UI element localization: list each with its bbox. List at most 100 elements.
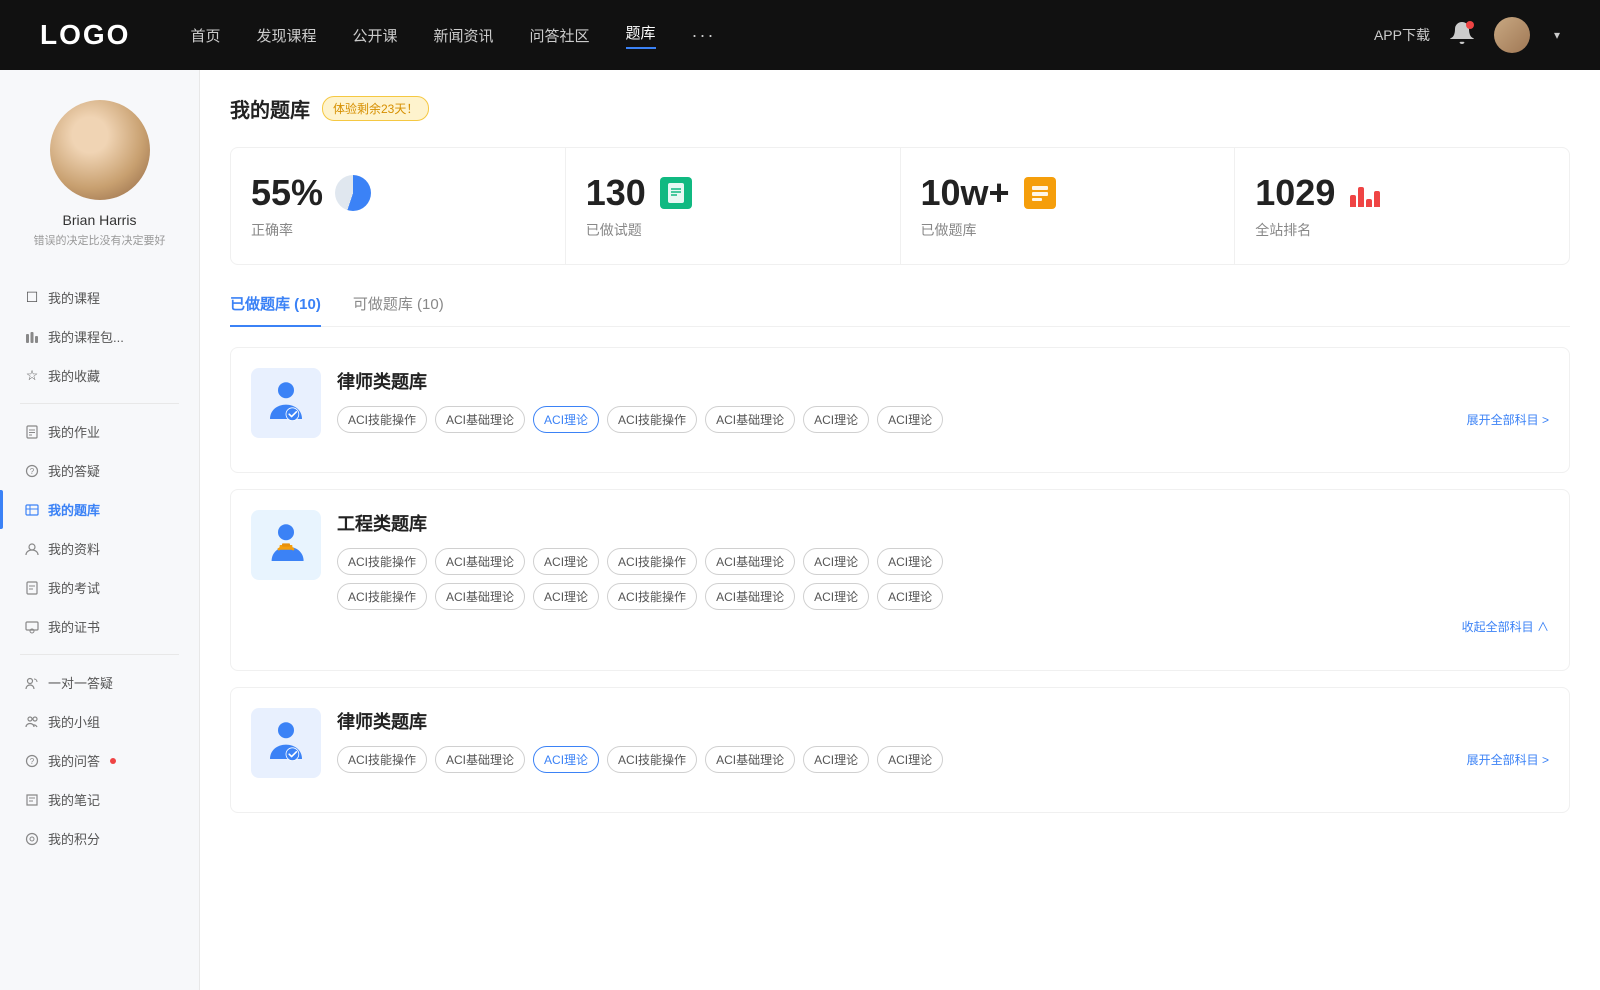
- sidebar-item-label: 我的题库: [48, 500, 100, 519]
- sidebar-motto: 错误的决定比没有决定要好: [18, 232, 182, 248]
- lawyer2-icon-wrap: [251, 708, 321, 778]
- favorites-icon: ☆: [24, 368, 40, 384]
- sidebar-item-courses[interactable]: ☐ 我的课程: [0, 278, 199, 317]
- stat-done-questions: 130 已做试题: [566, 148, 901, 264]
- lawyer-svg: [262, 379, 310, 427]
- sidebar-item-certificate[interactable]: 我的证书: [0, 607, 199, 646]
- avatar[interactable]: [1494, 17, 1530, 53]
- tab-available-banks[interactable]: 可做题库 (10): [353, 293, 444, 326]
- stat-accuracy-value: 55%: [251, 172, 323, 214]
- stat-accuracy-top: 55%: [251, 172, 545, 214]
- tag-eng-aci-basic-2[interactable]: ACI基础理论: [705, 548, 795, 575]
- tag-l2-aci-theory-3[interactable]: ACI理论: [877, 746, 943, 773]
- nav-more-icon[interactable]: ···: [692, 25, 716, 46]
- nav-bell-button[interactable]: [1450, 21, 1474, 50]
- qbank-icon: [24, 502, 40, 518]
- sidebar-item-points[interactable]: 我的积分: [0, 819, 199, 858]
- doc-icon-wrap: [658, 175, 694, 211]
- tag-l2-aci-theory-active[interactable]: ACI理论: [533, 746, 599, 773]
- lawyer2-svg: [262, 719, 310, 767]
- tag-eng-aci-basic-1[interactable]: ACI基础理论: [435, 548, 525, 575]
- tag-eng2-aci-theory-2[interactable]: ACI理论: [803, 583, 869, 610]
- tags-row-engineer-2: ACI技能操作 ACI基础理论 ACI理论 ACI技能操作 ACI基础理论 AC…: [337, 583, 1549, 610]
- nav-link-opencourse[interactable]: 公开课: [352, 25, 397, 46]
- tag-eng2-aci-skill-1[interactable]: ACI技能操作: [337, 583, 427, 610]
- sidebar: Brian Harris 错误的决定比没有决定要好 ☐ 我的课程 我的课程包..…: [0, 70, 200, 990]
- qbank-card-engineer-body: 工程类题库 ACI技能操作 ACI基础理论 ACI理论 ACI技能操作 ACI基…: [337, 510, 1549, 636]
- page-header: 我的题库 体验剩余23天！: [230, 94, 1570, 123]
- tag-eng2-aci-basic-2[interactable]: ACI基础理论: [705, 583, 795, 610]
- bar-chart-icon: [1350, 179, 1380, 207]
- notification-dot: [110, 758, 116, 764]
- tag-eng-aci-skill-2[interactable]: ACI技能操作: [607, 548, 697, 575]
- 1on1-icon: [24, 675, 40, 691]
- tag-l2-aci-basic-2[interactable]: ACI基础理论: [705, 746, 795, 773]
- user-menu-caret[interactable]: ▾: [1554, 28, 1560, 42]
- page-container: Brian Harris 错误的决定比没有决定要好 ☐ 我的课程 我的课程包..…: [0, 0, 1600, 990]
- sidebar-item-profile[interactable]: 我的资料: [0, 529, 199, 568]
- tag-aci-skill-ops-1[interactable]: ACI技能操作: [337, 406, 427, 433]
- sidebar-item-homework[interactable]: 我的作业: [0, 412, 199, 451]
- sidebar-item-label: 我的课程包...: [48, 327, 124, 346]
- qlist-icon-wrap: [1022, 175, 1058, 211]
- qbank-card-lawyer-1-body: 律师类题库 ACI技能操作 ACI基础理论 ACI理论 ACI技能操作 ACI基…: [337, 368, 1549, 433]
- tag-eng2-aci-skill-2[interactable]: ACI技能操作: [607, 583, 697, 610]
- nav-link-discover[interactable]: 发现课程: [256, 25, 316, 46]
- collapse-link-engineer[interactable]: 收起全部科目 ∧: [1462, 620, 1549, 634]
- bar2: [1358, 187, 1364, 207]
- sidebar-item-qbank[interactable]: 我的题库: [0, 490, 199, 529]
- tab-done-banks[interactable]: 已做题库 (10): [230, 293, 321, 326]
- nav-link-qbank[interactable]: 题库: [626, 22, 656, 49]
- tag-eng2-aci-basic-1[interactable]: ACI基础理论: [435, 583, 525, 610]
- bar-icon-wrap: [1347, 175, 1383, 211]
- tags-row-lawyer-1: ACI技能操作 ACI基础理论 ACI理论 ACI技能操作 ACI基础理论 AC…: [337, 406, 943, 433]
- sidebar-item-label: 我的证书: [48, 617, 100, 636]
- nav-link-qa[interactable]: 问答社区: [530, 25, 590, 46]
- tag-aci-skill-ops-2[interactable]: ACI技能操作: [607, 406, 697, 433]
- stat-done-banks-top: 10w+: [921, 172, 1215, 214]
- svg-text:?: ?: [30, 757, 35, 766]
- tag-l2-aci-skill-2[interactable]: ACI技能操作: [607, 746, 697, 773]
- tag-aci-theory-1-active[interactable]: ACI理论: [533, 406, 599, 433]
- tag-eng2-aci-theory-3[interactable]: ACI理论: [877, 583, 943, 610]
- qbank-card-engineer: 工程类题库 ACI技能操作 ACI基础理论 ACI理论 ACI技能操作 ACI基…: [230, 489, 1570, 671]
- nav-link-news[interactable]: 新闻资讯: [434, 25, 494, 46]
- tag-eng-aci-theory-1[interactable]: ACI理论: [533, 548, 599, 575]
- sidebar-item-qa-me[interactable]: ? 我的答疑: [0, 451, 199, 490]
- expand-link-lawyer-1[interactable]: 展开全部科目 >: [1467, 411, 1549, 428]
- tag-l2-aci-basic-1[interactable]: ACI基础理论: [435, 746, 525, 773]
- exam-icon: [24, 580, 40, 596]
- nav-link-home[interactable]: 首页: [190, 25, 220, 46]
- profile-icon: [24, 541, 40, 557]
- sidebar-item-course-packages[interactable]: 我的课程包...: [0, 317, 199, 356]
- tag-eng-aci-theory-2[interactable]: ACI理论: [803, 548, 869, 575]
- sidebar-item-notes[interactable]: 我的笔记: [0, 780, 199, 819]
- questions-icon: ?: [24, 753, 40, 769]
- tag-l2-aci-skill-1[interactable]: ACI技能操作: [337, 746, 427, 773]
- expand-link-lawyer-2[interactable]: 展开全部科目 >: [1467, 751, 1549, 768]
- page-title: 我的题库: [230, 94, 310, 123]
- tag-l2-aci-theory-2[interactable]: ACI理论: [803, 746, 869, 773]
- sidebar-item-1on1[interactable]: 一对一答疑: [0, 663, 199, 702]
- tag-eng2-aci-theory-1[interactable]: ACI理论: [533, 583, 599, 610]
- sidebar-item-favorites[interactable]: ☆ 我的收藏: [0, 356, 199, 395]
- tag-aci-basic-theory-1[interactable]: ACI基础理论: [435, 406, 525, 433]
- sidebar-item-questions[interactable]: ? 我的问答: [0, 741, 199, 780]
- sidebar-divider-2: [20, 654, 179, 655]
- sidebar-item-exam[interactable]: 我的考试: [0, 568, 199, 607]
- avatar-image: [50, 100, 150, 200]
- nav-app-download[interactable]: APP下载: [1374, 25, 1430, 45]
- course-packages-icon: [24, 329, 40, 345]
- sidebar-item-group[interactable]: 我的小组: [0, 702, 199, 741]
- tag-aci-theory-3[interactable]: ACI理论: [877, 406, 943, 433]
- tag-eng-aci-skill-1[interactable]: ACI技能操作: [337, 548, 427, 575]
- sidebar-item-label: 我的小组: [48, 712, 100, 731]
- tag-aci-basic-theory-2[interactable]: ACI基础理论: [705, 406, 795, 433]
- sidebar-item-label: 我的资料: [48, 539, 100, 558]
- profile-avatar: [50, 100, 150, 200]
- stat-accuracy: 55% 正确率: [231, 148, 566, 264]
- tag-aci-theory-2[interactable]: ACI理论: [803, 406, 869, 433]
- courses-icon: ☐: [24, 290, 40, 306]
- tag-eng-aci-theory-3[interactable]: ACI理论: [877, 548, 943, 575]
- stat-rank-label: 全站排名: [1255, 220, 1549, 240]
